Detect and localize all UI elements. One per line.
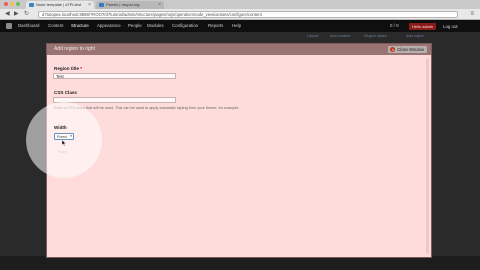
toolbar-item-reports[interactable]: Reports <box>208 20 223 32</box>
css-class-label: CSS Class <box>54 90 77 95</box>
mouse-pointer-icon <box>62 140 67 146</box>
width-label: Width <box>54 125 67 130</box>
page-footer-strip <box>0 256 480 270</box>
toolbar-item-people[interactable]: People <box>128 20 142 32</box>
page-link-layout[interactable]: Layout <box>307 34 318 39</box>
toolbar-item-modules[interactable]: Modules <box>147 20 164 32</box>
tab-close-icon[interactable]: × <box>88 1 91 9</box>
back-icon[interactable]: ◀ <box>5 11 10 18</box>
tab-close-icon[interactable]: × <box>158 1 161 9</box>
close-window-label: Close Window <box>397 47 424 52</box>
drupal-favicon-icon <box>99 3 104 7</box>
required-mark: * <box>80 66 83 71</box>
toolbar-item-appearance[interactable]: Appearance <box>97 20 121 32</box>
hello-admin-link[interactable]: Hello admin <box>409 23 437 30</box>
drupal-favicon-icon <box>29 3 34 7</box>
tab-label: Panels | drupal.org <box>106 2 140 7</box>
region-title-label: Region title * <box>54 66 83 71</box>
toolbar-item-structure[interactable]: Structure <box>71 20 89 32</box>
chevron-down-icon: ▾ <box>70 134 72 138</box>
toolbar-item-content[interactable]: Content <box>48 20 63 32</box>
page-link-add-region[interactable]: Add region <box>406 34 424 39</box>
modal-scrollbar[interactable] <box>426 58 429 254</box>
tab-node-template[interactable]: Node template | d7PLtest × <box>26 1 94 9</box>
shortcut-counter: 0 / 0 <box>390 23 399 28</box>
close-window-button[interactable]: × Close Window <box>388 46 427 53</box>
close-window-dot[interactable] <box>4 2 8 6</box>
browser-menu-icon[interactable]: ≡ <box>470 11 474 18</box>
add-region-modal: Add region to right × Close Window Regio… <box>46 43 432 258</box>
modal-title-bar: Add region to right × Close Window <box>47 44 431 55</box>
width-select[interactable]: Fixed ▾ <box>54 133 74 140</box>
toolbar-item-help[interactable]: Help <box>232 20 241 32</box>
page-link-region-styles[interactable]: Region styles <box>364 34 387 39</box>
logout-link[interactable]: Log out <box>443 23 458 30</box>
page-link-add-content[interactable]: Add content <box>330 34 350 39</box>
browser-tab-bar: Node template | d7PLtest × Panels | drup… <box>0 0 480 9</box>
minimize-window-dot[interactable] <box>10 2 14 6</box>
home-icon[interactable] <box>6 23 12 29</box>
toolbar-item-configuration[interactable]: Configuration <box>172 20 198 32</box>
region-title-input[interactable]: Test <box>53 73 176 79</box>
reload-icon[interactable]: ↻ <box>24 11 29 18</box>
admin-toolbar: Dashboard Content Structure Appearance P… <box>0 20 480 32</box>
tab-label: Node template | d7PLtest <box>36 2 82 7</box>
maximize-window-dot[interactable] <box>16 2 20 6</box>
modal-title: Add region to right <box>54 46 95 52</box>
browser-url-bar: ◀ ▶ ↻ d7tutopea.localhost:8888/?ROOT/d7t… <box>0 9 480 20</box>
width-select-value: Fixed <box>57 134 67 139</box>
toolbar-item-dashboard[interactable]: Dashboard <box>18 20 39 32</box>
forward-icon[interactable]: ▶ <box>14 11 19 18</box>
address-input[interactable]: d7tutopea.localhost:8888/?ROOT/d7tutoria… <box>38 11 458 18</box>
close-icon: × <box>390 47 396 52</box>
tab-panels[interactable]: Panels | drupal.org × <box>96 1 164 9</box>
